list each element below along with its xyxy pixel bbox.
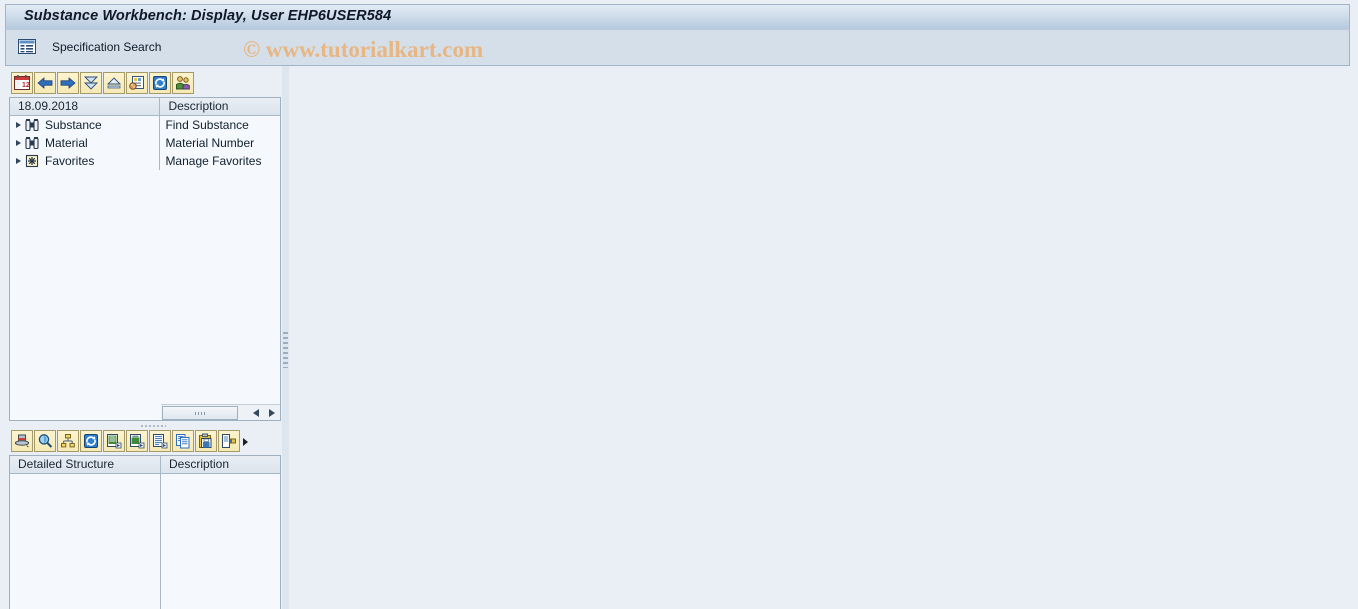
scrollbar-thumb[interactable] <box>162 405 238 420</box>
tree-toolbar: 12 <box>11 72 195 94</box>
binoculars-icon <box>24 135 40 151</box>
tree-node-label: Substance <box>45 118 102 132</box>
toolbar-overflow-icon[interactable] <box>241 430 252 452</box>
detailed-structure-panel: Detailed Structure Description <box>9 455 281 609</box>
document-green-filled-icon[interactable] <box>126 430 148 452</box>
tree-node-description: Material Number <box>165 136 255 150</box>
table-row[interactable]: Favorites Manage Favorites <box>10 152 280 170</box>
expand-all-icon[interactable] <box>80 72 102 94</box>
document-lines-icon[interactable] <box>149 430 171 452</box>
collapse-all-icon[interactable] <box>103 72 125 94</box>
page-title: Substance Workbench: Display, User EHP6U… <box>24 8 392 24</box>
column-divider <box>160 474 161 609</box>
tree-column-header-description[interactable]: Description <box>160 98 280 116</box>
paste-icon[interactable] <box>195 430 217 452</box>
scroll-right-arrow-icon[interactable] <box>264 406 280 420</box>
chevron-right-icon[interactable] <box>10 116 24 134</box>
table-row[interactable]: Substance Find Substance <box>10 116 280 134</box>
detail-rows <box>10 474 280 609</box>
tree-node-substance[interactable]: Substance <box>10 116 161 134</box>
search-magnifier-icon[interactable] <box>34 430 56 452</box>
main-content-area <box>289 66 1358 609</box>
tree-node-favorites[interactable]: Favorites <box>10 152 161 170</box>
toolbar-drag-grip[interactable] <box>140 424 166 429</box>
tree-column-header-date[interactable]: 18.09.2018 <box>10 98 161 116</box>
back-arrow-icon[interactable] <box>34 72 56 94</box>
tree-node-description: Find Substance <box>165 118 249 132</box>
tree-node-label: Material <box>45 136 88 150</box>
table-view-icon <box>18 39 36 54</box>
hat-icon[interactable] <box>11 430 33 452</box>
scrollbar-track[interactable] <box>162 405 246 420</box>
tree-horizontal-scrollbar[interactable] <box>161 404 280 420</box>
detail-column-headers: Detailed Structure Description <box>10 456 280 474</box>
search-tree-panel: 18.09.2018 Description Substance Find Su… <box>9 97 281 421</box>
tree-node-material[interactable]: Material <box>10 134 161 152</box>
binoculars-icon <box>24 117 40 133</box>
stamp-palette-icon[interactable] <box>126 72 148 94</box>
refresh-icon[interactable] <box>149 72 171 94</box>
refresh-icon[interactable] <box>80 430 102 452</box>
window-title-bar: Substance Workbench: Display, User EHP6U… <box>5 4 1350 29</box>
left-panel: 12 18.09.2018 Description Substance Find… <box>0 66 282 609</box>
chevron-right-icon[interactable] <box>10 152 24 170</box>
specification-search-bar: Specification Search <box>5 29 1350 66</box>
tree-node-description: Manage Favorites <box>165 154 262 168</box>
table-row[interactable]: Material Material Number <box>10 134 280 152</box>
detail-column-header-structure[interactable]: Detailed Structure <box>10 456 161 474</box>
forward-arrow-icon[interactable] <box>57 72 79 94</box>
copy-icon[interactable] <box>172 430 194 452</box>
document-green-new-icon[interactable] <box>103 430 125 452</box>
tree-node-label: Favorites <box>45 154 95 168</box>
export-icon[interactable] <box>218 430 240 452</box>
calendar-icon[interactable]: 12 <box>11 72 33 94</box>
hierarchy-icon[interactable] <box>57 430 79 452</box>
scroll-left-arrow-icon[interactable] <box>248 406 264 420</box>
detail-toolbar <box>11 430 252 452</box>
tree-column-headers: 18.09.2018 Description <box>10 98 280 116</box>
chevron-right-icon[interactable] <box>10 134 24 152</box>
svg-text:12: 12 <box>22 82 30 89</box>
detail-column-header-description[interactable]: Description <box>161 456 280 474</box>
specification-search-label[interactable]: Specification Search <box>52 40 161 54</box>
two-persons-icon[interactable] <box>172 72 194 94</box>
vertical-splitter[interactable] <box>282 66 289 609</box>
sap-substance-workbench-window: Substance Workbench: Display, User EHP6U… <box>0 0 1358 609</box>
splitter-handle[interactable] <box>283 332 288 368</box>
tree-rows: Substance Find Substance Material Materi… <box>10 116 280 404</box>
favorites-star-icon <box>24 153 40 169</box>
